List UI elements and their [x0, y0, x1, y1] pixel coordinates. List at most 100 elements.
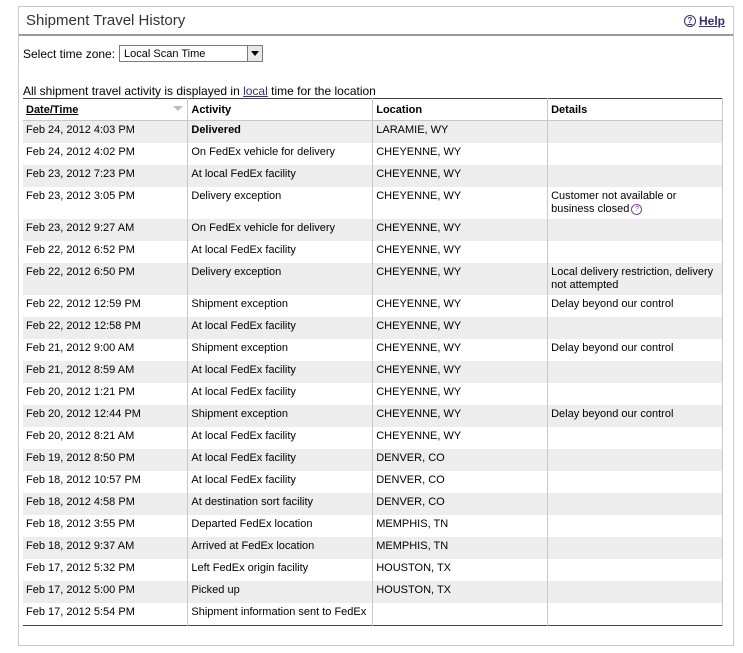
cell-datetime: Feb 24, 2012 4:03 PM	[23, 120, 189, 143]
cell-datetime: Feb 22, 2012 12:59 PM	[23, 295, 189, 317]
table-row: Feb 18, 2012 9:37 AM Arrived at FedEx loc…	[23, 537, 723, 559]
cell-activity: At local FedEx facility	[187, 383, 374, 405]
cell-activity: On FedEx vehicle for delivery	[187, 143, 374, 165]
cell-details	[547, 241, 723, 263]
cell-details: Delay beyond our control	[547, 405, 723, 427]
table-row: Feb 19, 2012 8:50 PM At local FedEx facil…	[23, 449, 723, 471]
cell-location: CHEYENNE, WY	[372, 427, 549, 449]
table-row: Feb 24, 2012 4:02 PM On FedEx vehicle for…	[23, 143, 723, 165]
cell-activity: At local FedEx facility	[187, 241, 374, 263]
cell-location: HOUSTON, TX	[372, 559, 549, 581]
cell-details: Delay beyond our control	[547, 295, 723, 317]
help-icon[interactable]: ?	[631, 203, 643, 215]
cell-details	[547, 165, 723, 187]
details-text: Delay beyond our control	[551, 408, 674, 420]
timezone-label: Select time zone:	[23, 46, 116, 61]
local-time-note: All shipment travel activity is displaye…	[23, 84, 376, 98]
chevron-down-icon[interactable]	[247, 46, 263, 61]
cell-datetime: Feb 18, 2012 3:55 PM	[23, 515, 189, 537]
table-row: Feb 21, 2012 9:00 AM Shipment exception CH…	[23, 339, 723, 361]
details-text: Local delivery restriction, delivery not…	[551, 266, 714, 291]
cell-datetime: Feb 17, 2012 5:32 PM	[23, 559, 189, 581]
table-row: Feb 20, 2012 12:44 PM Shipment exception C…	[23, 405, 723, 427]
timezone-select[interactable]: Local Scan Time	[119, 45, 264, 62]
cell-datetime: Feb 21, 2012 8:59 AM	[23, 361, 189, 383]
cell-activity: Shipment information sent to FedEx	[187, 603, 374, 626]
cell-datetime: Feb 22, 2012 12:58 PM	[23, 317, 189, 339]
cell-location: CHEYENNE, WY	[372, 187, 549, 219]
cell-location: DENVER, CO	[372, 449, 549, 471]
cell-datetime: Feb 20, 2012 12:44 PM	[23, 405, 189, 427]
cell-details: Delay beyond our control	[547, 339, 723, 361]
cell-activity: Shipment exception	[187, 405, 374, 427]
table-row: Feb 17, 2012 5:00 PM Picked up HOUSTON, TX	[23, 581, 723, 603]
cell-details	[547, 603, 723, 626]
cell-datetime: Feb 22, 2012 6:50 PM	[23, 263, 189, 295]
cell-location: CHEYENNE, WY	[372, 143, 549, 165]
cell-activity: At local FedEx facility	[187, 427, 374, 449]
cell-details: Local delivery restriction, delivery not…	[547, 263, 723, 295]
cell-details	[547, 361, 723, 383]
cell-datetime: Feb 20, 2012 1:21 PM	[23, 383, 189, 405]
cell-activity: Left FedEx origin facility	[187, 559, 374, 581]
cell-location: CHEYENNE, WY	[372, 317, 549, 339]
cell-location: LARAMIE, WY	[372, 120, 549, 143]
details-text: Delay beyond our control	[551, 298, 674, 310]
cell-datetime: Feb 17, 2012 5:54 PM	[23, 603, 189, 626]
table-row: Feb 17, 2012 5:32 PM Left FedEx origin fa…	[23, 559, 723, 581]
table-row: Feb 20, 2012 8:21 AM At local FedEx facil…	[23, 427, 723, 449]
cell-datetime: Feb 18, 2012 4:58 PM	[23, 493, 189, 515]
table-row: Feb 18, 2012 3:55 PM Departed FedEx locat…	[23, 515, 723, 537]
cell-activity: At local FedEx facility	[187, 361, 374, 383]
column-header-location: Location	[372, 98, 549, 121]
cell-datetime: Feb 24, 2012 4:02 PM	[23, 143, 189, 165]
cell-details	[547, 537, 723, 559]
help-link[interactable]: ? Help	[683, 14, 725, 28]
table-row: Feb 23, 2012 3:05 PM Delivery exception CH…	[23, 187, 723, 219]
cell-datetime: Feb 18, 2012 9:37 AM	[23, 537, 189, 559]
cell-activity: Arrived at FedEx location	[187, 537, 374, 559]
cell-datetime: Feb 20, 2012 8:21 AM	[23, 427, 189, 449]
timezone-selected-value: Local Scan Time	[124, 47, 206, 60]
timezone-row: Select time zone: Local Scan Time	[23, 45, 264, 62]
cell-datetime: Feb 21, 2012 9:00 AM	[23, 339, 189, 361]
cell-details	[547, 120, 723, 143]
cell-datetime: Feb 23, 2012 3:05 PM	[23, 187, 189, 219]
local-time-link[interactable]: local	[243, 84, 268, 98]
cell-location: CHEYENNE, WY	[372, 361, 549, 383]
table-row: Feb 18, 2012 4:58 PM At destination sort …	[23, 493, 723, 515]
cell-details	[547, 581, 723, 603]
column-header-activity: Activity	[187, 98, 374, 121]
cell-location: CHEYENNE, WY	[372, 263, 549, 295]
cell-activity: On FedEx vehicle for delivery	[187, 219, 374, 241]
cell-details: Customer not available or business close…	[547, 187, 723, 219]
table-row: Feb 22, 2012 12:58 PM At local FedEx faci…	[23, 317, 723, 339]
cell-location: CHEYENNE, WY	[372, 339, 549, 361]
cell-datetime: Feb 17, 2012 5:00 PM	[23, 581, 189, 603]
cell-location: CHEYENNE, WY	[372, 295, 549, 317]
shipment-travel-history-panel: Shipment Travel History ? Help Select ti…	[18, 6, 734, 646]
cell-location: MEMPHIS, TN	[372, 537, 549, 559]
cell-activity: Delivery exception	[187, 187, 374, 219]
cell-details	[547, 317, 723, 339]
help-icon: ?	[683, 15, 696, 27]
table-row: Feb 18, 2012 10:57 PM At local FedEx faci…	[23, 471, 723, 493]
cell-activity: Shipment exception	[187, 339, 374, 361]
cell-location	[372, 603, 549, 626]
table-row: Feb 22, 2012 6:52 PM At local FedEx facil…	[23, 241, 723, 263]
travel-history-table: Date/Time Activity Location Details Feb …	[23, 98, 723, 626]
cell-location: CHEYENNE, WY	[372, 241, 549, 263]
cell-details	[547, 383, 723, 405]
table-row: Feb 20, 2012 1:21 PM At local FedEx facil…	[23, 383, 723, 405]
cell-location: DENVER, CO	[372, 493, 549, 515]
column-header-datetime[interactable]: Date/Time	[23, 98, 189, 121]
cell-details	[547, 427, 723, 449]
cell-datetime: Feb 23, 2012 9:27 AM	[23, 219, 189, 241]
cell-location: CHEYENNE, WY	[372, 383, 549, 405]
cell-activity: At destination sort facility	[187, 493, 374, 515]
column-header-details: Details	[547, 98, 723, 121]
table-row: Feb 23, 2012 9:27 AM On FedEx vehicle for…	[23, 219, 723, 241]
cell-location: MEMPHIS, TN	[372, 515, 549, 537]
table-row: Feb 24, 2012 4:03 PM Delivered LARAMIE, WY	[23, 120, 723, 143]
cell-datetime: Feb 18, 2012 10:57 PM	[23, 471, 189, 493]
